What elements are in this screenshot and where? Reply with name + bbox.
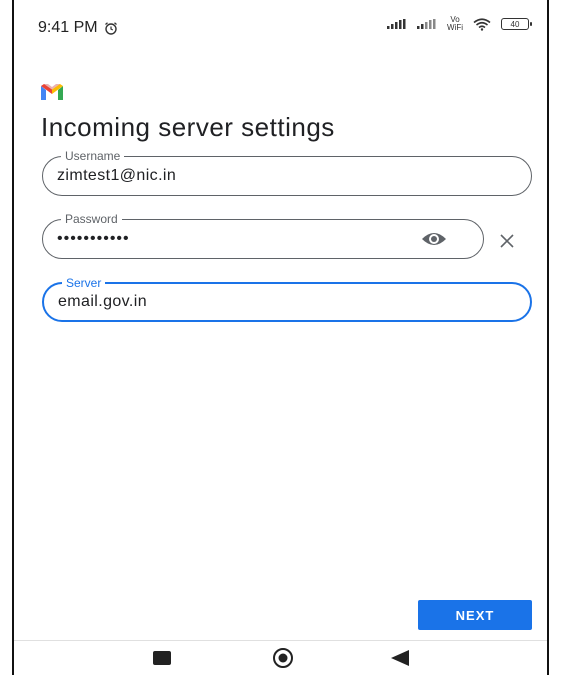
battery-level: 40 bbox=[510, 19, 520, 29]
gmail-logo-icon bbox=[41, 84, 63, 100]
server-field[interactable]: Server email.gov.in bbox=[42, 275, 532, 322]
username-value: zimtest1@nic.in bbox=[57, 167, 177, 184]
phone-screen: 9:41 PM Vo WiFi 40 Incoming server setti… bbox=[12, 0, 549, 675]
next-button[interactable]: NEXT bbox=[418, 600, 532, 630]
vowifi-bottom-text: WiFi bbox=[447, 23, 463, 32]
password-field[interactable]: Password ••••••••••• bbox=[42, 211, 484, 259]
status-time: 9:41 PM bbox=[38, 19, 118, 37]
signal-strength-icon bbox=[387, 19, 406, 29]
server-label: Server bbox=[62, 275, 106, 291]
nav-divider bbox=[14, 640, 547, 641]
square-icon bbox=[153, 651, 171, 665]
status-icons: Vo WiFi 40 bbox=[387, 16, 532, 32]
vowifi-icon: Vo WiFi bbox=[447, 16, 463, 32]
status-time-text: 9:41 PM bbox=[38, 19, 98, 36]
password-value: ••••••••••• bbox=[57, 230, 130, 247]
home-button[interactable] bbox=[271, 648, 295, 668]
signal-strength-2-icon bbox=[417, 19, 436, 29]
recent-apps-button[interactable] bbox=[150, 648, 174, 668]
username-label: Username bbox=[61, 148, 125, 164]
wifi-icon bbox=[473, 17, 491, 31]
back-button[interactable] bbox=[388, 648, 412, 668]
page-title: Incoming server settings bbox=[41, 112, 335, 142]
battery-icon: 40 bbox=[501, 18, 532, 30]
home-circle-icon bbox=[273, 648, 293, 668]
show-password-eye-icon[interactable] bbox=[421, 230, 447, 248]
username-field[interactable]: Username zimtest1@nic.in bbox=[42, 148, 532, 196]
clear-password-close-icon[interactable] bbox=[500, 234, 514, 248]
back-triangle-icon bbox=[391, 650, 409, 666]
password-label: Password bbox=[61, 211, 122, 227]
alarm-icon bbox=[104, 22, 117, 35]
server-value: email.gov.in bbox=[58, 293, 147, 310]
